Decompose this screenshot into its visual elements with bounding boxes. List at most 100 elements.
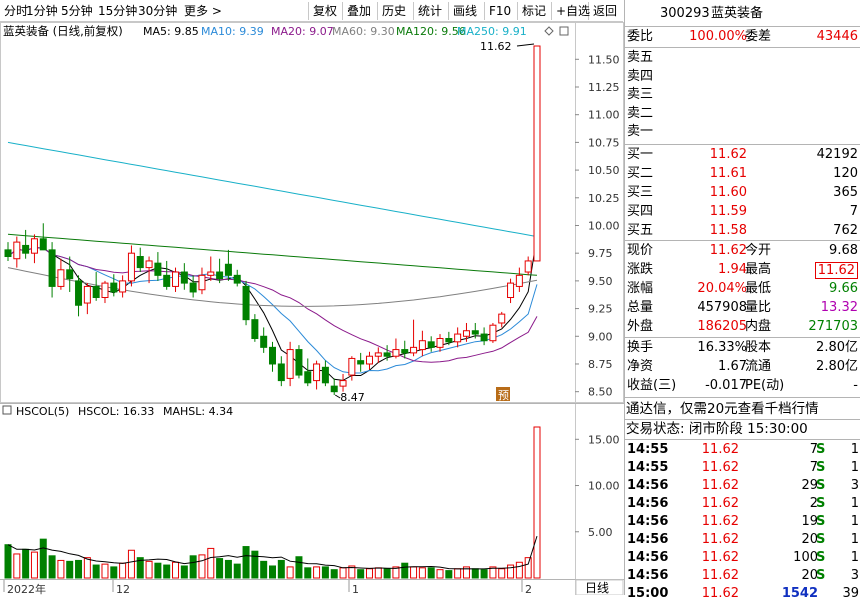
buy-volume: 42192 [816,147,858,162]
candle-body [180,271,188,284]
diamond-icon[interactable] [544,26,554,36]
period-tab-0[interactable]: 分时 [4,0,28,22]
tick-count: 3 [850,478,859,493]
buy-label: 买五 [627,223,654,238]
toolbar-divider [551,2,552,20]
sell-label: 卖二 [627,105,654,121]
period-tab-3[interactable]: 15分钟 [98,0,137,22]
hscol-bar [163,564,171,579]
candle-body [374,352,382,357]
toolbar-divider [342,2,343,20]
buy-volume: 365 [833,185,858,200]
candle-body [445,337,453,343]
candle-body [392,349,400,357]
stat-value: 11.62 [709,243,747,258]
weibi-label: 委比 [627,29,654,44]
hscol-bar [172,561,180,579]
fund-label-2: PE(动) [745,378,785,393]
chart-title: 蓝英装备 (日线,前复权) [3,24,123,38]
tick-count: 1 [850,514,859,529]
toolbar-button-4[interactable]: 画线 [453,0,477,22]
candle-body [489,324,497,342]
kline-chart[interactable]: 11.50 11.25 11.00 10.75 10.50 10.25 10.00 9.75 9… [0,0,624,595]
price-axis-label: 8.50 [588,386,613,399]
candle-body [154,262,162,276]
stock-name: 蓝英装备 [711,6,764,21]
ma-legend-0: MA5: 9.85 [143,25,199,38]
period-tab-1[interactable]: 1分钟 [26,0,58,22]
sell-level-1: 卖一 [625,123,860,141]
candle-body [313,363,321,382]
toolbar-button-2[interactable]: 历史 [382,0,406,22]
candle-body [348,357,356,376]
candle-body [410,346,418,354]
hscol-bar [533,426,541,579]
toolbar-button-5[interactable]: F10 [489,0,511,22]
divider [625,337,860,338]
candle-body [436,337,444,348]
candle-body [330,385,338,393]
buy-level-5: 买五 11.58 762 [625,222,860,240]
stat-label-2: 内盘 [745,319,772,334]
tick-count: 3 [850,568,859,583]
hscol-bar [207,547,215,579]
fund-row-1: 净资 1.67 流通 2.80亿 [625,358,860,376]
hscol-bar [260,560,268,579]
toolbar-button-0[interactable]: 复权 [313,0,337,22]
candle-body [66,269,74,280]
stat-value-2: 11.62 [814,262,858,279]
toolbar-button-1[interactable]: 叠加 [347,0,371,22]
stat-value-2: 9.66 [829,281,858,296]
candle-body [92,285,100,299]
candle-body [39,238,47,251]
candle-body [224,263,232,276]
candle-body [269,346,276,365]
hscol-bar [436,569,444,579]
price-axis-label: 9.00 [588,330,613,343]
tick-count: 1 [850,550,859,565]
hscol-bar [145,560,153,579]
vol-axis-label: 15.00 [588,433,620,446]
toolbar-button-3[interactable]: 统计 [418,0,442,22]
stat-label-2: 今开 [745,243,772,258]
ad-banner[interactable]: 通达信，仅需20元查看千档行情 [625,400,860,418]
period-tab-2[interactable]: 5分钟 [61,0,93,22]
stat-label: 总量 [627,300,654,315]
stat-value: 1.94 [718,262,747,277]
price-axis-label: 10.25 [588,192,620,205]
trade-status-text: 交易状态: 闭市阶段 15:30:00 [626,421,808,437]
hscol-bar [127,549,135,579]
tick-time: 14:56 [627,568,669,583]
candle-body [462,330,470,337]
toolbar-button-7[interactable]: +自选 [556,0,590,22]
forecast-marker[interactable]: 预 [498,389,509,402]
hscol-bar [48,555,56,579]
weibi-row: 委比 100.00% 委差 43446 [625,28,860,46]
period-tab-5[interactable]: 更多 > [184,0,222,22]
period-button[interactable]: 日线 [585,581,609,595]
candle-body [533,45,541,262]
candle-body [242,285,250,321]
candle-body [321,366,329,384]
sell-level-3: 卖三 [625,86,860,104]
weibi-value: 100.00% [689,29,747,44]
tick-count: 1 [850,532,859,547]
tick-row: 15:00 11.62 1542 39 [625,585,860,603]
vol-axis-label: 5.00 [588,526,613,539]
period-tab-4[interactable]: 30分钟 [138,0,177,22]
price-axis-label: 11.50 [588,53,620,66]
stat-label: 涨跌 [627,262,654,277]
tick-row: 14:56 11.62 20 S 3 [625,567,860,585]
toolbar-button-6[interactable]: 标记 [522,0,546,22]
buy-price: 11.58 [709,223,747,238]
hscol-bar [277,559,285,579]
toolbar-divider [517,2,518,20]
hscol-bar [119,562,127,579]
buy-label: 买一 [627,147,654,162]
toolbar-button-8[interactable]: 返回 [593,0,617,22]
tick-row: 14:55 11.62 7 S 1 [625,441,860,459]
buy-price: 11.59 [709,204,747,219]
hscol-bar [480,569,488,579]
window-icon[interactable] [559,26,569,36]
collapse-icon[interactable] [2,405,12,415]
